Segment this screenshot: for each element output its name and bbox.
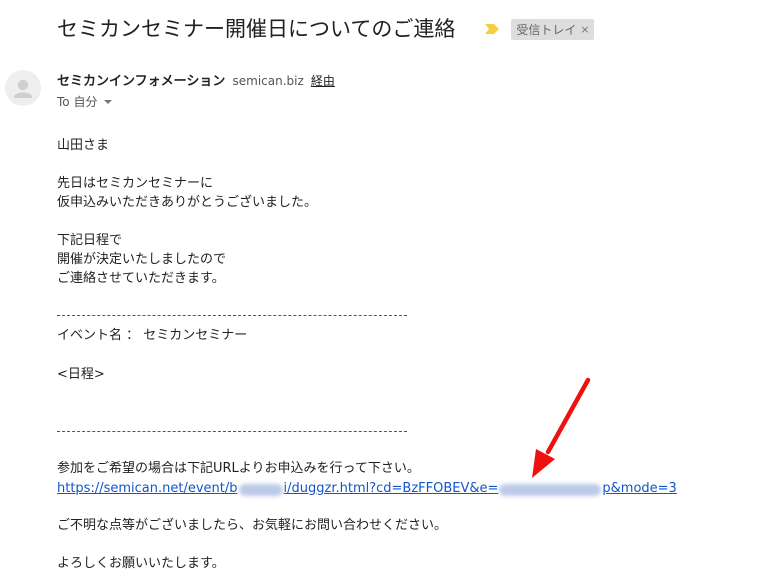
call-to-action: 参加をご希望の場合は下記URLよりお申込みを行って下さい。 bbox=[57, 461, 420, 476]
registration-link-part-3[interactable]: p&mode=3 bbox=[602, 481, 676, 496]
registration-link-part-1[interactable]: https://semican.net/event/b bbox=[57, 481, 238, 496]
arrow-shaft bbox=[545, 377, 591, 455]
remove-label-icon[interactable]: × bbox=[580, 23, 589, 36]
inbox-label-chip[interactable]: 受信トレイ × bbox=[511, 18, 594, 40]
body-paragraph-2-line-3: ご連絡させていただきます。 bbox=[57, 271, 225, 286]
closing-line: よろしくお願いいたします。 bbox=[57, 556, 225, 571]
section-divider-top bbox=[57, 315, 407, 316]
event-name: イベント名 ： セミカンセミナー bbox=[57, 328, 248, 343]
chevron-down-icon[interactable] bbox=[104, 99, 113, 104]
arrow-head bbox=[532, 449, 555, 478]
redacted-url-segment bbox=[238, 483, 283, 496]
sender-line: セミカンインフォメーション semican.biz 経由 bbox=[57, 70, 335, 89]
sender-domain: semican.biz bbox=[232, 74, 304, 88]
registration-link-line: https://semican.net/event/b i/duggzr.htm… bbox=[57, 481, 677, 496]
schedule-heading: <日程> bbox=[57, 367, 105, 382]
via-link[interactable]: 経由 bbox=[311, 74, 335, 88]
body-paragraph-2-line-1: 下記日程で bbox=[57, 233, 123, 248]
greeting: 山田さま bbox=[57, 138, 110, 153]
email-subject: セミカンセミナー開催日についてのご連絡 bbox=[57, 17, 456, 41]
section-divider-bottom bbox=[57, 431, 407, 432]
inbox-label-text: 受信トレイ bbox=[516, 22, 577, 37]
email-subject-row: セミカンセミナー開催日についてのご連絡 受信トレイ × bbox=[57, 10, 757, 46]
registration-link-part-2[interactable]: i/duggzr.html?cd=BzFFOBEV&e= bbox=[284, 481, 499, 496]
body-paragraph-2-line-2: 開催が決定いたしましたので bbox=[57, 252, 227, 267]
recipient-text: To 自分 bbox=[57, 95, 98, 109]
importance-marker-icon[interactable] bbox=[485, 24, 500, 34]
body-paragraph-1-line-2: 仮申込みいただきありがとうございました。 bbox=[57, 195, 318, 210]
default-person-icon bbox=[14, 79, 32, 98]
body-paragraph-1-line-1: 先日はセミカンセミナーに bbox=[57, 176, 214, 191]
recipient-details-toggle[interactable]: To 自分 bbox=[57, 93, 113, 110]
sender-avatar bbox=[5, 70, 41, 106]
sender-name[interactable]: セミカンインフォメーション bbox=[57, 74, 225, 89]
questions-note: ご不明な点等がございましたら、お気軽にお問い合わせください。 bbox=[57, 518, 448, 533]
redacted-email-segment bbox=[499, 483, 602, 496]
